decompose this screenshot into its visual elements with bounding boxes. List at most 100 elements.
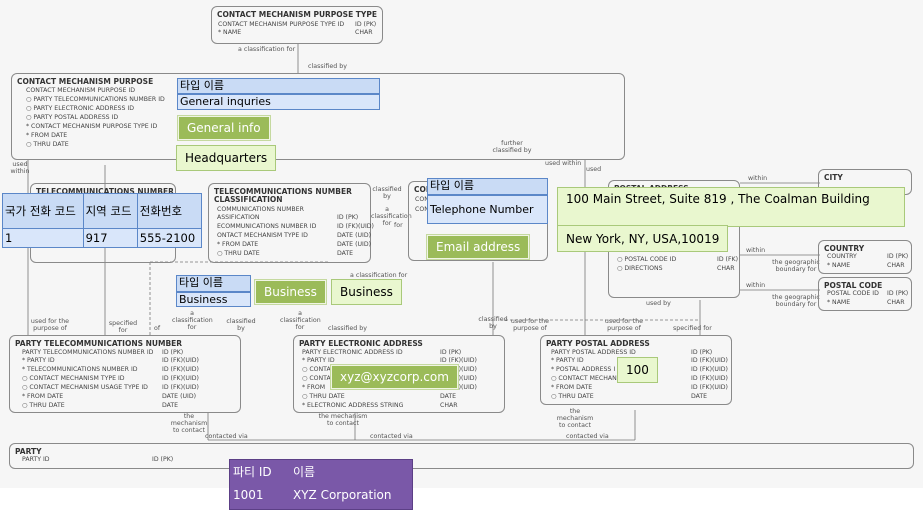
party-table-header: 이름 bbox=[293, 465, 316, 479]
entity-row: ○ PARTY TELECOMMUNICATIONS NUMBER ID bbox=[26, 96, 165, 103]
entity-row: * NAME bbox=[827, 299, 851, 306]
entity-row-type: ID (PK) bbox=[691, 349, 713, 356]
business-label-light: Business bbox=[331, 279, 402, 305]
entity-row: * TELECOMMUNICATIONS NUMBER ID bbox=[22, 366, 138, 373]
entity-row-type: ID (FK)(UID) bbox=[162, 384, 199, 391]
entity-row-type: DATE bbox=[162, 402, 179, 409]
rel-label: the geographic boundary for bbox=[772, 294, 820, 308]
entity-row: * CONTACT MECHANISM PURPOSE TYPE ID bbox=[26, 123, 158, 130]
rel-label: the mechanism to contact bbox=[170, 413, 208, 434]
entity-row: PARTY ELECTRONIC ADDRESS ID bbox=[302, 349, 403, 356]
entity-title: COUNTRY bbox=[824, 244, 865, 253]
rel-label: of bbox=[154, 325, 161, 332]
entity-row: ○ CONTA bbox=[302, 366, 331, 373]
entity-row: PARTY POSTAL ADDRESS ID bbox=[551, 349, 636, 356]
address-line-2: New York, NY, USA,10019 bbox=[557, 225, 729, 252]
entity-row: ○ THRU DATE bbox=[26, 141, 69, 148]
rel-label: further classified by bbox=[492, 140, 532, 154]
entity-row-type: ID (FK)(UID) bbox=[440, 357, 477, 364]
type-name-header-3: 타입 이름 bbox=[176, 275, 251, 292]
entity-row: CONTACT MECHANISM PURPOSE ID bbox=[26, 87, 136, 94]
entity-row-type: ID (PK) bbox=[887, 290, 909, 297]
entity-row: * POSTAL ADDRESS I bbox=[551, 366, 616, 373]
entity-party-telecommunications-number: PARTY TELECOMMUNICATIONS NUMBER PARTY TE… bbox=[9, 335, 241, 413]
entity-row: ○ THRU DATE bbox=[302, 393, 345, 400]
entity-row: ○ CONTACT MECHANISM USAGE TYPE ID bbox=[22, 384, 148, 391]
rel-label: used bbox=[586, 166, 602, 173]
entity-row-type: ID (PK) bbox=[355, 21, 377, 28]
entity-row: * NAME bbox=[827, 262, 851, 269]
entity-row-type: ID (FK)(UID) bbox=[691, 384, 728, 391]
party-table-cell: XYZ Corporation bbox=[293, 488, 392, 502]
entity-title: POSTAL CODE bbox=[824, 281, 883, 290]
email-address-label: Email address bbox=[427, 235, 530, 259]
entity-title: CONTACT MECHANISM PURPOSE TYPE bbox=[217, 10, 377, 19]
rel-label: used within bbox=[10, 161, 30, 175]
entity-postal-code: POSTAL CODE POSTAL CODE ID ID (PK) * NAM… bbox=[818, 277, 912, 311]
business-label-dark: Business bbox=[255, 280, 326, 304]
entity-row-type: DATE bbox=[691, 393, 708, 400]
entity-row-type: ID (PK) bbox=[337, 214, 359, 221]
entity-telecom-number-classification: TELECOMMUNICATIONS NUMBER CLASSIFICATION… bbox=[208, 183, 374, 263]
entity-row: ○ THRU DATE bbox=[217, 250, 260, 257]
entity-title: CONTACT MECHANISM PURPOSE bbox=[17, 77, 154, 86]
entity-row: PARTY ID bbox=[22, 456, 50, 463]
entity-row: * FROM DATE bbox=[26, 132, 68, 139]
entity-row-type: DATE bbox=[337, 250, 354, 257]
email-value: xyz@xyzcorp.com bbox=[331, 365, 458, 389]
entity-party: PARTY PARTY ID ID (PK) bbox=[9, 443, 914, 469]
rel-label: for bbox=[394, 222, 403, 229]
rel-label: contacted via bbox=[370, 433, 413, 440]
rel-label: contacted via bbox=[205, 433, 248, 440]
entity-row: PARTY TELECOMMUNICATIONS NUMBER ID bbox=[22, 349, 154, 356]
rel-label: used for the purpose of bbox=[510, 318, 550, 332]
entity-row-type: ID (PK) bbox=[152, 456, 174, 463]
entity-row: COUNTRY bbox=[827, 253, 857, 260]
table-header: 전화번호 bbox=[136, 193, 203, 229]
entity-row-type: DATE bbox=[440, 393, 457, 400]
entity-row: * FROM DATE bbox=[22, 393, 64, 400]
entity-row: POSTAL CODE ID bbox=[827, 290, 879, 297]
entity-row: ○ CONTACT MECHANI bbox=[551, 375, 619, 382]
rel-label: classified by bbox=[478, 316, 508, 330]
entity-row: CONTACT MECHANISM PURPOSE TYPE ID bbox=[218, 21, 345, 28]
entity-row: ASSIFICATION bbox=[217, 214, 260, 221]
table-cell: 1 bbox=[2, 228, 84, 248]
entity-row: * ELECTRONIC ADDRESS STRING bbox=[302, 402, 404, 409]
type-name-value-2: Telephone Number bbox=[427, 195, 548, 224]
rel-label: specified for bbox=[673, 325, 712, 332]
entity-row-type: ID (PK) bbox=[887, 253, 909, 260]
table-header: 국가 전화 코드 bbox=[2, 193, 84, 229]
general-info-label: General info bbox=[178, 116, 270, 140]
entity-row: ○ POSTAL CODE ID bbox=[617, 256, 677, 263]
type-name-header-2: 타입 이름 bbox=[427, 178, 548, 195]
entity-row-type: ID (FK)(UID) bbox=[162, 366, 199, 373]
entity-row-type: CHAR bbox=[887, 299, 905, 306]
headquarters-label: Headquarters bbox=[176, 145, 277, 171]
party-table-header: 파티 ID bbox=[233, 465, 272, 479]
postal-value: 100 bbox=[617, 357, 658, 383]
party-table-cell: 1001 bbox=[233, 488, 264, 502]
table-cell: 917 bbox=[82, 228, 138, 248]
entity-row: * PARTY ID bbox=[22, 357, 55, 364]
rel-label: used for the purpose of bbox=[604, 318, 644, 332]
entity-row: ONTACT MECHANISM TYPE ID bbox=[217, 232, 308, 239]
entity-subtitle: CLASSIFICATION bbox=[214, 195, 283, 204]
entity-country: COUNTRY COUNTRY ID (PK) * NAME CHAR bbox=[818, 240, 912, 274]
entity-row: ○ CONTACT MECHANISM TYPE ID bbox=[22, 375, 125, 382]
entity-title: PARTY TELECOMMUNICATIONS NUMBER bbox=[15, 339, 183, 348]
entity-row: ○ THRU DATE bbox=[551, 393, 594, 400]
entity-title: PARTY ELECTRONIC ADDRESS bbox=[299, 339, 423, 348]
phone-number-table: 국가 전화 코드 지역 코드 전화번호 1 917 555-2100 bbox=[2, 193, 203, 248]
rel-label: classified by bbox=[226, 318, 256, 332]
entity-row-type: CHAR bbox=[887, 262, 905, 269]
entity-row: * PARTY ID bbox=[302, 357, 335, 364]
entity-row-type: DATE (UID) bbox=[162, 393, 197, 400]
entity-contact-mechanism-purpose-type: CONTACT MECHANISM PURPOSE TYPE CONTACT M… bbox=[211, 6, 383, 44]
entity-row-type: ID (FK)(UID) bbox=[691, 375, 728, 382]
entity-row-type: ID (FK)(UID) bbox=[691, 357, 728, 364]
entity-row: * NAME bbox=[218, 29, 242, 36]
rel-label: classified by bbox=[308, 63, 347, 70]
entity-row: ○ CONTA bbox=[302, 375, 331, 382]
rel-label: a classification for bbox=[172, 310, 213, 331]
